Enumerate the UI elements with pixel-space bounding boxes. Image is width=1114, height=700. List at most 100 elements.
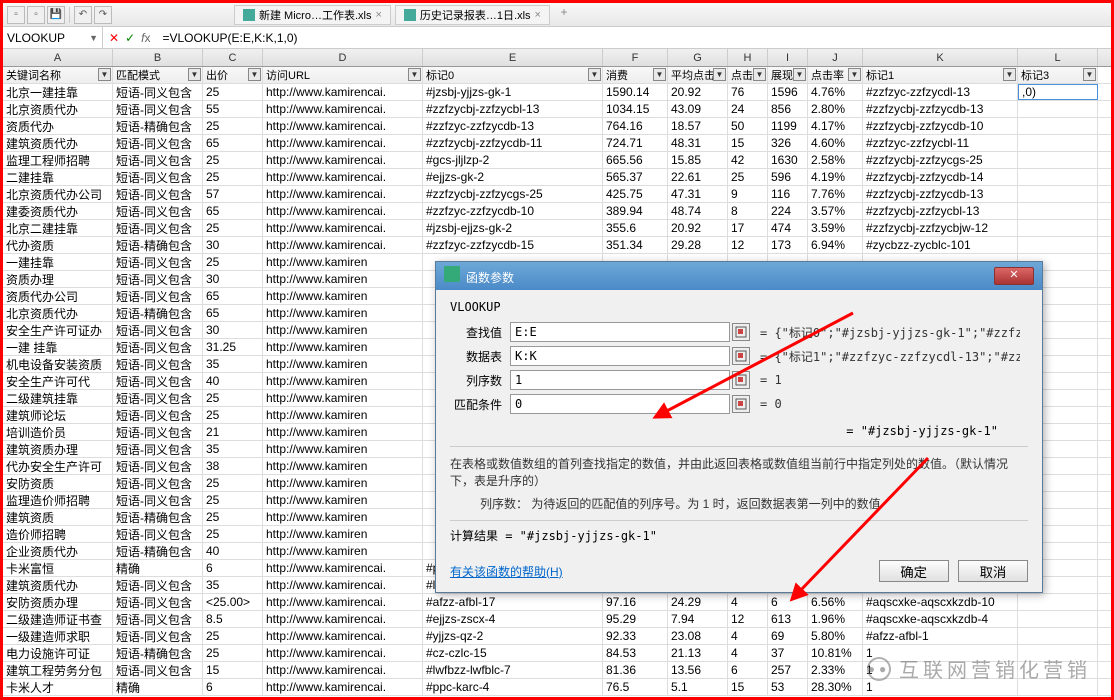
cell[interactable]: 35 bbox=[203, 356, 263, 372]
cell[interactable]: 30 bbox=[203, 237, 263, 253]
cell[interactable]: 76 bbox=[728, 84, 768, 100]
cell[interactable]: 监理工程师招聘 bbox=[3, 152, 113, 168]
cell[interactable]: 53 bbox=[768, 679, 808, 695]
new-icon[interactable]: ▫ bbox=[7, 6, 25, 24]
cell[interactable]: 355.6 bbox=[603, 220, 668, 236]
cell[interactable]: 25 bbox=[203, 407, 263, 423]
cell[interactable]: 326 bbox=[768, 135, 808, 151]
cell[interactable]: http://www.kamirencai. bbox=[263, 577, 423, 593]
cell[interactable]: 47.31 bbox=[668, 186, 728, 202]
cell[interactable] bbox=[1018, 169, 1098, 185]
cancel-button[interactable]: 取消 bbox=[958, 560, 1028, 582]
cell[interactable]: 12 bbox=[728, 611, 768, 627]
cell[interactable] bbox=[1018, 186, 1098, 202]
cell[interactable]: 42 bbox=[728, 152, 768, 168]
cell[interactable]: 短语-同义包含 bbox=[113, 356, 203, 372]
cell[interactable]: 22.61 bbox=[668, 169, 728, 185]
cell[interactable]: 8.5 bbox=[203, 611, 263, 627]
header-cell[interactable]: 访问URL▼ bbox=[263, 67, 423, 83]
cell[interactable]: 6 bbox=[728, 662, 768, 678]
param-input[interactable] bbox=[510, 394, 730, 414]
col-header[interactable]: K bbox=[863, 49, 1018, 66]
cell[interactable]: http://www.kamiren bbox=[263, 458, 423, 474]
cell[interactable]: 1596 bbox=[768, 84, 808, 100]
cell[interactable]: 北京资质代办 bbox=[3, 101, 113, 117]
filter-dropdown-icon[interactable]: ▼ bbox=[753, 68, 766, 81]
cell[interactable]: 4.17% bbox=[808, 118, 863, 134]
cell[interactable]: 造价师招聘 bbox=[3, 526, 113, 542]
cell[interactable]: 4.19% bbox=[808, 169, 863, 185]
col-header[interactable]: L bbox=[1018, 49, 1098, 66]
filter-dropdown-icon[interactable]: ▼ bbox=[713, 68, 726, 81]
table-row[interactable]: 二建挂靠短语-同义包含25http://www.kamirencai.#ejjz… bbox=[3, 169, 1111, 186]
cell[interactable]: 12 bbox=[728, 237, 768, 253]
cell[interactable] bbox=[1018, 237, 1098, 253]
cell[interactable]: 建筑资质代办 bbox=[3, 577, 113, 593]
cell[interactable]: #zzfzyc-zzfzycdl-13 bbox=[863, 84, 1018, 100]
cell[interactable]: 短语-同义包含 bbox=[113, 135, 203, 151]
cell[interactable]: 31.25 bbox=[203, 339, 263, 355]
range-select-icon[interactable] bbox=[732, 323, 750, 341]
cell[interactable]: 北京资质代办 bbox=[3, 305, 113, 321]
filter-dropdown-icon[interactable]: ▼ bbox=[188, 68, 201, 81]
range-select-icon[interactable] bbox=[732, 347, 750, 365]
cell[interactable]: 安全生产许可证办 bbox=[3, 322, 113, 338]
cell[interactable]: 6.56% bbox=[808, 594, 863, 610]
cell[interactable]: 24 bbox=[728, 101, 768, 117]
cell[interactable]: http://www.kamirencai. bbox=[263, 679, 423, 695]
cell[interactable]: 代办安全生产许可 bbox=[3, 458, 113, 474]
cell[interactable]: #zzfzycbj-zzfzycdb-13 bbox=[863, 186, 1018, 202]
table-row[interactable]: 建委资质代办短语-同义包含65http://www.kamirencai.#zz… bbox=[3, 203, 1111, 220]
table-row[interactable]: 一级建造师求职短语-同义包含25http://www.kamirencai.#y… bbox=[3, 628, 1111, 645]
cell[interactable]: 短语-同义包含 bbox=[113, 186, 203, 202]
table-row[interactable]: 北京二建挂靠短语-同义包含25http://www.kamirencai.#jz… bbox=[3, 220, 1111, 237]
cell[interactable]: 短语-同义包含 bbox=[113, 322, 203, 338]
cell[interactable]: 4 bbox=[728, 594, 768, 610]
table-row[interactable]: 安防资质办理短语-同义包含<25.00>http://www.kamirenca… bbox=[3, 594, 1111, 611]
cell[interactable]: http://www.kamirencai. bbox=[263, 220, 423, 236]
cell[interactable]: 25 bbox=[203, 492, 263, 508]
cell[interactable]: 安防资质办理 bbox=[3, 594, 113, 610]
cell[interactable]: http://www.kamiren bbox=[263, 492, 423, 508]
cell[interactable]: <25.00> bbox=[203, 594, 263, 610]
cell[interactable]: 764.16 bbox=[603, 118, 668, 134]
cell[interactable]: 48.31 bbox=[668, 135, 728, 151]
formula-input[interactable]: =VLOOKUP(E:E,K:K,1,0) bbox=[156, 31, 1111, 45]
header-cell[interactable]: 平均点击▼ bbox=[668, 67, 728, 83]
add-tab-button[interactable]: + bbox=[554, 5, 574, 25]
cell[interactable]: 北京资质代办公司 bbox=[3, 186, 113, 202]
cell[interactable]: 65 bbox=[203, 305, 263, 321]
cell[interactable]: 建筑资质办理 bbox=[3, 441, 113, 457]
cell[interactable]: 短语-同义包含 bbox=[113, 424, 203, 440]
cell[interactable]: 10.81% bbox=[808, 645, 863, 661]
cell[interactable]: http://www.kamirencai. bbox=[263, 118, 423, 134]
cell[interactable]: 企业资质代办 bbox=[3, 543, 113, 559]
cell[interactable]: 35 bbox=[203, 441, 263, 457]
cell[interactable]: 安全生产许可代 bbox=[3, 373, 113, 389]
cell[interactable]: 3.59% bbox=[808, 220, 863, 236]
name-box[interactable]: VLOOKUP ▼ bbox=[3, 27, 103, 48]
cell[interactable]: 425.75 bbox=[603, 186, 668, 202]
cell[interactable]: #ejjzs-zscx-4 bbox=[423, 611, 603, 627]
cell[interactable]: http://www.kamirencai. bbox=[263, 203, 423, 219]
cell[interactable]: 2.80% bbox=[808, 101, 863, 117]
cell[interactable]: 4 bbox=[728, 645, 768, 661]
cell[interactable]: 短语-同义包含 bbox=[113, 441, 203, 457]
cell[interactable]: 25 bbox=[728, 169, 768, 185]
table-row[interactable]: 资质代办短语-精确包含25http://www.kamirencai.#zzfz… bbox=[3, 118, 1111, 135]
cell[interactable]: http://www.kamiren bbox=[263, 271, 423, 287]
cell[interactable]: 84.53 bbox=[603, 645, 668, 661]
cell[interactable]: 7.94 bbox=[668, 611, 728, 627]
cell[interactable]: 短语-同义包含 bbox=[113, 526, 203, 542]
param-input[interactable] bbox=[510, 346, 730, 366]
cell[interactable]: 4 bbox=[728, 628, 768, 644]
cell[interactable]: 65 bbox=[203, 203, 263, 219]
cell[interactable]: #aqscxke-aqscxkzdb-4 bbox=[863, 611, 1018, 627]
cell[interactable]: 一级建造师求职 bbox=[3, 628, 113, 644]
cell[interactable]: 1590.14 bbox=[603, 84, 668, 100]
cell[interactable]: 1.96% bbox=[808, 611, 863, 627]
cell[interactable]: #cz-czlc-15 bbox=[423, 645, 603, 661]
cell[interactable]: 613 bbox=[768, 611, 808, 627]
cell[interactable]: #aqscxke-aqscxkzdb-10 bbox=[863, 594, 1018, 610]
cell[interactable]: 建筑资质代办 bbox=[3, 135, 113, 151]
